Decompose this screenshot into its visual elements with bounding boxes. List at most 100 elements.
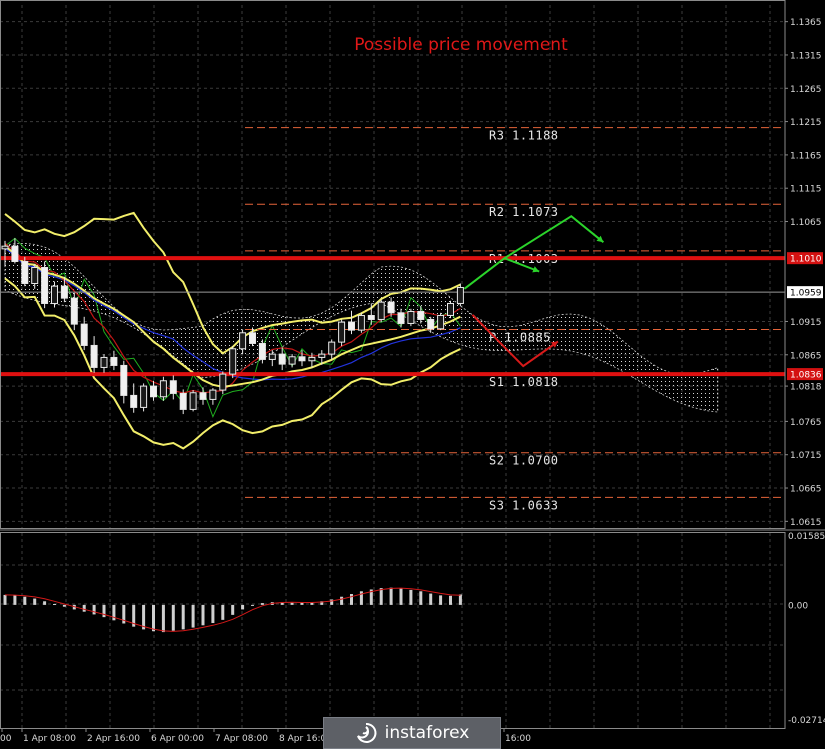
candle-bear xyxy=(90,344,98,368)
candle xyxy=(41,261,49,309)
logo-text: instaforex xyxy=(384,723,470,743)
pivot-label: P 1.0885 xyxy=(489,330,551,344)
chart-title: Possible price movement xyxy=(354,35,568,55)
oscillator-bar xyxy=(92,604,96,615)
price-tag-label: 1.0959 xyxy=(790,289,822,299)
candle-bull xyxy=(377,301,385,320)
y-tick-label: 1.0865 xyxy=(790,351,822,361)
y-tick-label: 1.0715 xyxy=(790,451,822,461)
candle-bear xyxy=(120,364,128,396)
candle xyxy=(229,346,237,379)
pivot-label: S1 1.0818 xyxy=(489,375,559,389)
candle-bull xyxy=(229,348,237,375)
oscillator-bar xyxy=(231,604,235,615)
candle xyxy=(21,256,29,287)
candle-bear xyxy=(427,318,435,330)
candle-bear xyxy=(169,380,177,394)
candle-bear xyxy=(258,342,266,360)
y-tick-label: 1.1165 xyxy=(790,151,822,161)
candle-bear xyxy=(179,392,187,410)
candle-bull xyxy=(268,353,276,360)
oscillator-bar xyxy=(330,599,334,605)
candle xyxy=(159,376,167,401)
candle-bear xyxy=(60,285,68,299)
candle-bear xyxy=(298,356,306,362)
candle-bull xyxy=(338,321,346,343)
oscillator-bar xyxy=(161,604,165,633)
oscillator-bar xyxy=(3,594,7,605)
candle-bear xyxy=(278,353,286,365)
candle xyxy=(338,319,346,347)
candle-bear xyxy=(150,385,157,398)
candle xyxy=(437,312,445,331)
candle-bull xyxy=(318,353,326,358)
y-tick-label: 1.0615 xyxy=(790,518,822,528)
instaforex-logo: instaforex xyxy=(323,717,501,749)
oscillator-bar xyxy=(251,604,254,606)
oscillator-bar xyxy=(419,591,423,605)
logo-swirl-icon xyxy=(356,722,377,743)
candle-bear xyxy=(249,332,256,344)
candle-bear xyxy=(367,314,375,320)
candle-bull xyxy=(288,356,296,365)
oscillator-bar xyxy=(23,596,27,605)
x-tick-label: 00 xyxy=(0,734,12,744)
pivot-label: R3 1.1188 xyxy=(489,129,559,143)
oscillator-bar xyxy=(102,604,106,618)
candle-bull xyxy=(437,314,445,330)
y-tick-label: 1.1065 xyxy=(790,218,822,228)
candle-bull xyxy=(219,373,227,391)
oscillator-bar xyxy=(389,587,393,605)
candle xyxy=(357,312,365,333)
candle-bear xyxy=(387,301,395,314)
candle-bull xyxy=(1,245,9,250)
y-tick-label: 1.1315 xyxy=(790,51,822,61)
oscillator-tick-label: 0.01585 xyxy=(788,532,825,542)
pivot-label: R2 1.1073 xyxy=(489,205,559,219)
oscillator-bar xyxy=(409,589,413,605)
oscillator-bar xyxy=(82,604,86,612)
candle xyxy=(189,390,197,412)
candle-bear xyxy=(199,392,207,400)
pivot-label: S3 1.0633 xyxy=(489,498,559,512)
candle-bull xyxy=(140,385,148,408)
y-tick-label: 1.0818 xyxy=(790,383,822,393)
candle-bear xyxy=(130,394,138,408)
candle xyxy=(140,383,148,412)
candle xyxy=(447,300,454,319)
oscillator-bar xyxy=(43,601,47,605)
y-tick-label: 1.1265 xyxy=(790,85,822,95)
oscillator-tick-label: -0.02714 xyxy=(788,716,825,726)
oscillator-bar xyxy=(350,594,353,605)
oscillator-bar xyxy=(429,593,433,605)
candle-bull xyxy=(357,314,365,331)
candle-bull xyxy=(456,286,464,304)
candle-bear xyxy=(21,261,29,284)
candle-bear xyxy=(417,310,425,320)
oscillator-bar xyxy=(458,594,462,605)
y-tick-label: 1.1115 xyxy=(790,185,822,195)
candle-bull xyxy=(407,310,415,324)
x-tick-label: 6 Apr 00:00 xyxy=(151,734,204,744)
candle-bull xyxy=(308,356,316,362)
candle-bear xyxy=(80,323,88,346)
oscillator-bar xyxy=(260,603,264,605)
oscillator-bar xyxy=(62,604,66,607)
oscillator-bar xyxy=(33,598,37,605)
y-tick-label: 1.1215 xyxy=(790,118,822,128)
y-tick-label: 1.0665 xyxy=(790,485,822,495)
candle-bull xyxy=(328,341,336,355)
oscillator-bar xyxy=(379,588,383,605)
x-tick-label: 7 Apr 08:00 xyxy=(215,734,268,744)
oscillator-bar xyxy=(340,596,344,605)
x-tick-label: 16:00 xyxy=(505,734,531,744)
candle-bull xyxy=(159,380,167,398)
candle-bull xyxy=(239,332,247,350)
oscillator-bar xyxy=(439,595,443,605)
oscillator-bar xyxy=(290,602,294,605)
x-tick-label: 2 Apr 16:00 xyxy=(87,734,140,744)
oscillator-bar xyxy=(191,604,195,628)
candle-bull xyxy=(209,389,217,400)
oscillator-bar xyxy=(211,604,215,624)
oscillator-bar xyxy=(181,604,185,630)
